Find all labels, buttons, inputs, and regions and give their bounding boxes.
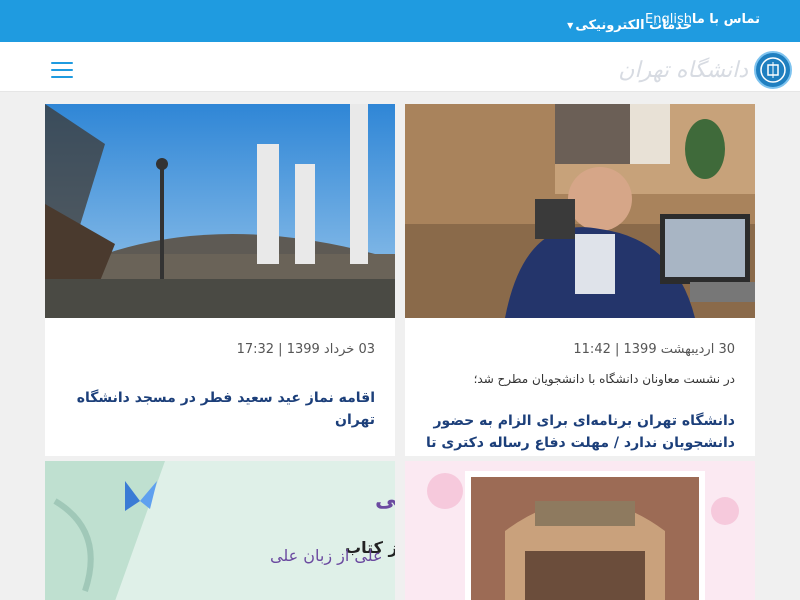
eservices-menu[interactable]: ▼ خدمات الکترونیکی	[567, 18, 692, 33]
menu-icon[interactable]	[51, 62, 73, 78]
news-image[interactable]	[405, 461, 755, 600]
news-card[interactable]: 03 خرداد 1399 | 17:32 اقامه نماز عید سعی…	[45, 104, 395, 456]
university-seal-icon	[754, 51, 792, 89]
logo-wordmark: دانشگاه تهران	[618, 57, 748, 83]
top-bar: تماس با ما English ▼ خدمات الکترونیکی	[0, 0, 800, 42]
news-title[interactable]: اقامه نماز عید سعید فطر در مسجد دانشگاه …	[65, 387, 375, 431]
news-card[interactable]	[405, 461, 755, 600]
news-lead: در نشست معاونان دانشگاه با دانشجویان مطر…	[473, 372, 735, 386]
chevron-down-icon: ▼	[567, 21, 574, 30]
news-card[interactable]: مسابقه بزرگ کتابخوانی از کتاب علی از زبا…	[45, 461, 395, 600]
news-image[interactable]: مسابقه بزرگ کتابخوانی از کتاب علی از زبا…	[45, 461, 395, 600]
site-logo[interactable]: دانشگاه تهران	[618, 50, 792, 90]
news-card[interactable]: 30 اردیبهشت 1399 | 11:42 در نشست معاونان…	[405, 104, 755, 456]
news-title[interactable]: دانشگاه تهران برنامه‌ای برای الزام به حض…	[425, 410, 735, 456]
image-caption-1: مسابقه بزرگ کتابخوانی	[375, 486, 395, 512]
news-date: 03 خرداد 1399 | 17:32	[236, 342, 375, 357]
site-header: دانشگاه تهران	[0, 42, 800, 92]
news-date: 30 اردیبهشت 1399 | 11:42	[573, 342, 735, 357]
eservices-label: خدمات الکترونیکی	[575, 18, 692, 33]
contact-us-link[interactable]: تماس با ما	[692, 12, 760, 27]
news-image[interactable]	[45, 104, 395, 318]
news-image[interactable]	[405, 104, 755, 318]
image-caption-3: علی از زبان علی	[270, 546, 383, 566]
